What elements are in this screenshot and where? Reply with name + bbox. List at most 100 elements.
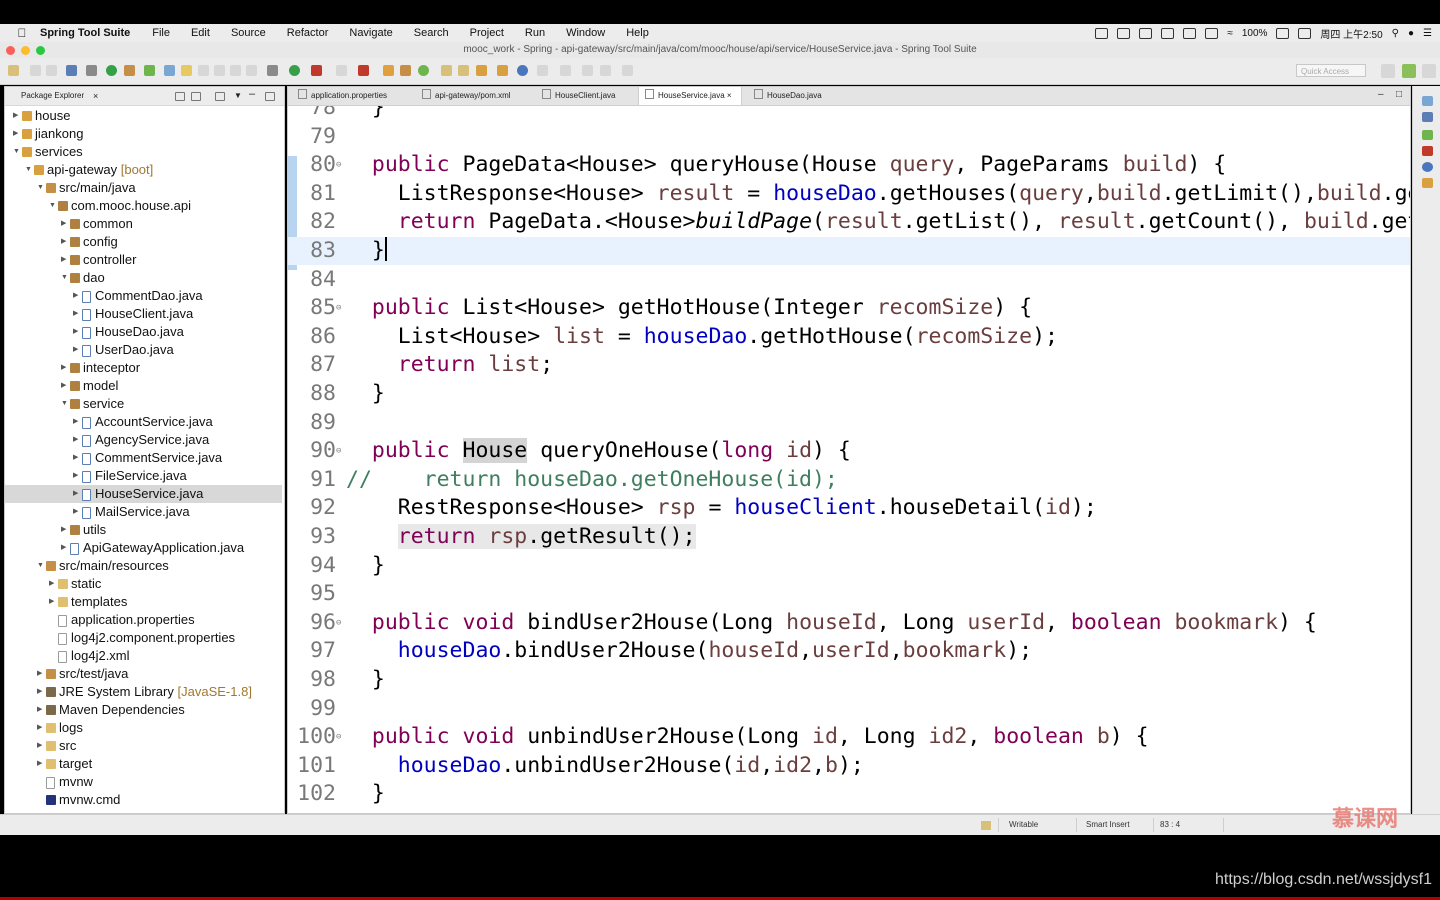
- code-line[interactable]: 93 return rsp.getResult();: [288, 523, 1410, 551]
- wifi-icon[interactable]: ≈: [1227, 28, 1233, 39]
- code-line[interactable]: 95: [288, 580, 1410, 608]
- open-perspective-icon[interactable]: [1381, 64, 1395, 78]
- collapsed-arrow-icon[interactable]: ▶: [61, 215, 69, 233]
- clock[interactable]: 周四 上午2:50: [1320, 26, 1382, 41]
- open-folder-icon[interactable]: [441, 65, 452, 76]
- spring-explorer-icon[interactable]: [1422, 112, 1433, 122]
- collapsed-arrow-icon[interactable]: ▶: [73, 485, 81, 503]
- tree-item[interactable]: mvnw.cmd: [5, 791, 282, 809]
- spotlight-search-icon[interactable]: ⚲: [1392, 28, 1399, 39]
- siri-icon[interactable]: ●: [1408, 28, 1414, 39]
- search-tool-icon[interactable]: [476, 65, 487, 76]
- expanded-arrow-icon[interactable]: ▼: [37, 557, 45, 575]
- tree-item[interactable]: application.properties: [5, 611, 282, 629]
- tree-item[interactable]: ▶ utils: [5, 521, 282, 539]
- tree-item[interactable]: ▶ UserDao.java: [5, 341, 282, 359]
- tree-item[interactable]: ▶ templates: [5, 593, 282, 611]
- clipboard-icon[interactable]: [1139, 27, 1153, 39]
- code-line[interactable]: 91 // return houseDao.getOneHouse(id);: [288, 466, 1410, 494]
- collapsed-arrow-icon[interactable]: ▶: [61, 539, 69, 557]
- collapsed-arrow-icon[interactable]: ▶: [37, 701, 45, 719]
- open-resource-icon[interactable]: [497, 65, 508, 76]
- tree-item[interactable]: ▶ HouseDao.java: [5, 323, 282, 341]
- send-icon[interactable]: [1117, 27, 1131, 39]
- close-tab-icon[interactable]: ×: [725, 91, 732, 100]
- collapsed-arrow-icon[interactable]: ▶: [13, 107, 21, 125]
- tree-item[interactable]: ▶ common: [5, 215, 282, 233]
- console-icon[interactable]: [1422, 162, 1433, 172]
- collapsed-arrow-icon[interactable]: ▶: [37, 755, 45, 773]
- debug-icon[interactable]: [267, 65, 278, 76]
- link-editor-icon[interactable]: [191, 92, 201, 101]
- run-icon[interactable]: [289, 65, 300, 76]
- tree-item[interactable]: ▶ FileService.java: [5, 467, 282, 485]
- screen-record-icon[interactable]: [1095, 27, 1109, 39]
- code-line[interactable]: 96 ⊖ public void bindUser2House(Long hous…: [288, 609, 1410, 637]
- app-name-menu[interactable]: Spring Tool Suite: [40, 27, 130, 39]
- tree-item[interactable]: ▶ controller: [5, 251, 282, 269]
- menu-navigate[interactable]: Navigate: [349, 27, 392, 39]
- input-method-icon[interactable]: [1205, 27, 1219, 39]
- tree-item[interactable]: ▶ HouseClient.java: [5, 305, 282, 323]
- copy-icon[interactable]: [1161, 27, 1175, 39]
- expanded-arrow-icon[interactable]: ▼: [61, 395, 69, 413]
- web-browser-icon[interactable]: [517, 65, 528, 76]
- focus-icon[interactable]: [215, 92, 225, 101]
- fold-toggle-icon[interactable]: ⊖: [336, 609, 341, 637]
- collapsed-arrow-icon[interactable]: ▶: [73, 503, 81, 521]
- tree-item[interactable]: ▶ AccountService.java: [5, 413, 282, 431]
- tree-item[interactable]: ▼ src/main/java: [5, 179, 282, 197]
- collapsed-arrow-icon[interactable]: ▶: [61, 377, 69, 395]
- new-class-icon[interactable]: [418, 65, 429, 76]
- code-line[interactable]: 80 ⊖ public PageData<House> queryHouse(Ho…: [288, 151, 1410, 179]
- menu-edit[interactable]: Edit: [191, 27, 210, 39]
- code-line[interactable]: 89: [288, 409, 1410, 437]
- tasks-icon[interactable]: [1422, 130, 1433, 140]
- outline-icon[interactable]: [1422, 96, 1433, 106]
- editor-tab[interactable]: HouseDao.java: [748, 87, 838, 105]
- expanded-arrow-icon[interactable]: ▼: [49, 197, 57, 215]
- mark-occurrences-icon[interactable]: [181, 65, 192, 76]
- collapsed-arrow-icon[interactable]: ▶: [37, 683, 45, 701]
- code-line[interactable]: 101 houseDao.unbindUser2House(id,id2,b);: [288, 752, 1410, 780]
- external-tools-icon[interactable]: [336, 65, 347, 76]
- code-line[interactable]: 82 return PageData.<House>buildPage(resu…: [288, 208, 1410, 236]
- collapsed-arrow-icon[interactable]: ▶: [61, 233, 69, 251]
- collapsed-arrow-icon[interactable]: ▶: [73, 305, 81, 323]
- tree-item[interactable]: ▶ house: [5, 107, 282, 125]
- code-line[interactable]: 94 }: [288, 552, 1410, 580]
- pin-icon[interactable]: [246, 65, 257, 76]
- collapse-all-icon[interactable]: [175, 92, 185, 101]
- status-icon[interactable]: [981, 821, 991, 830]
- minimize-window-button[interactable]: [21, 46, 30, 55]
- tree-item[interactable]: ▶ ApiGatewayApplication.java: [5, 539, 282, 557]
- editor-tab[interactable]: HouseService.java ×: [638, 87, 742, 105]
- tree-item[interactable]: ▼ api-gateway [boot]: [5, 161, 282, 179]
- spring-starter-icon[interactable]: [144, 65, 155, 76]
- collapsed-arrow-icon[interactable]: ▶: [61, 521, 69, 539]
- code-line[interactable]: 98 }: [288, 666, 1410, 694]
- tree-item[interactable]: ▶ JRE System Library [JavaSE-1.8]: [5, 683, 282, 701]
- menu-search[interactable]: Search: [414, 27, 449, 39]
- keyboard-icon[interactable]: [1298, 27, 1312, 39]
- new-java-project-icon[interactable]: [383, 65, 394, 76]
- code-line[interactable]: 85 ⊖ public List<House> getHotHouse(Integ…: [288, 294, 1410, 322]
- fold-toggle-icon[interactable]: ⊖: [336, 294, 341, 322]
- close-view-icon[interactable]: ×: [93, 87, 98, 105]
- tree-item[interactable]: ▶ AgencyService.java: [5, 431, 282, 449]
- collapsed-arrow-icon[interactable]: ▶: [73, 413, 81, 431]
- tree-item[interactable]: ▶ jiankong: [5, 125, 282, 143]
- code-line[interactable]: 86 List<House> list = houseDao.getHotHou…: [288, 323, 1410, 351]
- collapsed-arrow-icon[interactable]: ▶: [73, 449, 81, 467]
- battery-icon[interactable]: [1276, 27, 1290, 39]
- editor-tab[interactable]: api-gateway/pom.xml: [416, 87, 530, 105]
- new-icon[interactable]: [8, 65, 19, 76]
- menu-refactor[interactable]: Refactor: [287, 27, 329, 39]
- code-area[interactable]: 78 } 79 80 ⊖ public PageData<House> queryHo…: [288, 106, 1410, 813]
- maximize-view-icon[interactable]: [265, 92, 275, 101]
- code-line[interactable]: 84: [288, 266, 1410, 294]
- spring-icon[interactable]: [124, 65, 135, 76]
- tree-item[interactable]: ▼ dao: [5, 269, 282, 287]
- tree-item[interactable]: log4j2.xml: [5, 647, 282, 665]
- minimize-editor-icon[interactable]: –: [1378, 89, 1384, 100]
